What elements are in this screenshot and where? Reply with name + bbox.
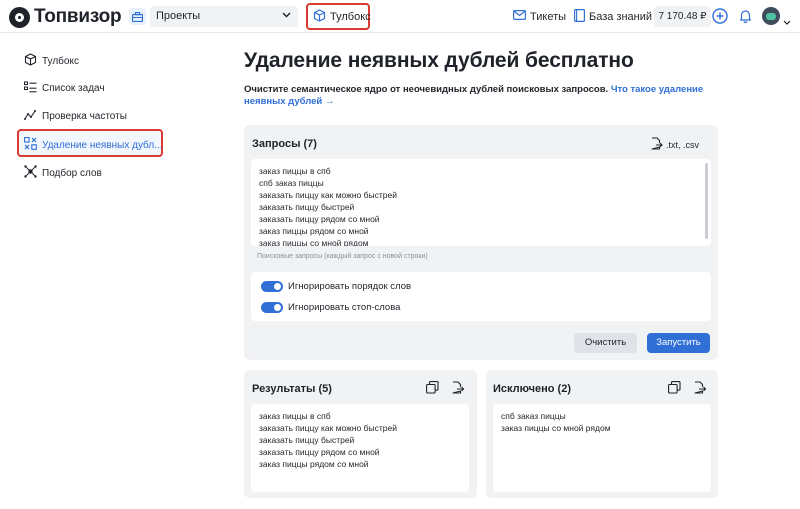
sidebar xyxy=(0,34,178,509)
queries-textarea[interactable]: заказ пиццы в спб спб заказ пиццы заказа… xyxy=(251,159,711,246)
cube-icon xyxy=(24,53,37,69)
result-line: заказать пиццу как можно быстрей xyxy=(259,423,397,433)
run-button[interactable]: Запустить xyxy=(647,333,710,353)
ignore-order-label: Игнорировать порядок слов xyxy=(288,281,412,292)
sidebar-item-task-list[interactable]: Список задач xyxy=(24,81,105,96)
results-list[interactable]: заказ пиццы в спб заказать пиццу как мож… xyxy=(251,404,469,492)
file-formats: .txt, .csv xyxy=(666,139,700,150)
export-icon[interactable] xyxy=(452,381,465,399)
results-title: Результаты (5) xyxy=(252,383,332,395)
knowledge-base-link[interactable]: База знаний xyxy=(574,9,652,25)
ignore-stopwords-label: Игнорировать стоп-слова xyxy=(288,302,401,313)
sidebar-item-label: Список задач xyxy=(42,83,105,94)
frequency-graph-icon xyxy=(24,109,37,124)
avatar[interactable] xyxy=(762,7,780,25)
logo[interactable]: Топвизор xyxy=(9,6,122,28)
knowledge-base-label: База знаний xyxy=(589,11,653,23)
task-list-icon xyxy=(24,81,37,96)
mail-icon xyxy=(513,10,527,23)
subtitle-text: Очистите семантическое ядро от неочевидн… xyxy=(244,84,609,95)
balance[interactable]: 7 170.48 ₽ xyxy=(654,6,711,27)
excluded-line: заказ пиццы со мной рядом xyxy=(501,423,611,433)
sidebar-item-word-picker[interactable]: Подбор слов xyxy=(24,165,102,181)
chevron-down-icon xyxy=(281,9,292,23)
queries-hint: Поисковые запросы (каждый запрос с новой… xyxy=(257,253,428,260)
tickets-link[interactable]: Тикеты xyxy=(513,10,566,23)
result-line: заказ пиццы рядом со мной xyxy=(259,459,369,469)
dedupe-icon xyxy=(23,136,37,153)
top-bar: Топвизор Проекты Тулбокс Тикеты База зна… xyxy=(0,0,800,33)
page-title: Удаление неявных дублей бесплатно xyxy=(244,49,634,72)
toolbox-nav-button[interactable]: Тулбокс xyxy=(306,3,371,30)
query-line: заказать пиццу как можно быстрей xyxy=(259,190,397,200)
logo-text: Топвизор xyxy=(34,6,122,27)
bell-icon[interactable] xyxy=(739,9,752,28)
book-icon xyxy=(574,9,586,25)
clear-button[interactable]: Очистить xyxy=(574,333,637,353)
sidebar-item-label: Подбор слов xyxy=(42,167,102,179)
upload-file-link[interactable]: .txt, .csv xyxy=(651,137,699,152)
project-select-value: Проекты xyxy=(156,10,201,22)
ignore-order-toggle[interactable] xyxy=(261,281,283,292)
options-panel xyxy=(251,272,711,321)
sidebar-item-remove-duplicates[interactable]: Удаление неявных дубл... xyxy=(23,136,163,153)
topvisor-logo-icon xyxy=(9,6,30,28)
ignore-stopwords-toggle[interactable] xyxy=(261,302,283,313)
query-line: заказать пиццу рядом со мной xyxy=(259,214,380,224)
query-line: заказ пиццы рядом со мной xyxy=(259,226,369,236)
query-line: спб заказ пиццы xyxy=(259,178,324,188)
sidebar-item-toolbox[interactable]: Тулбокс xyxy=(24,53,79,69)
sidebar-item-label: Проверка частоты xyxy=(42,111,127,122)
cube-icon xyxy=(313,8,326,25)
excluded-title: Исключено (2) xyxy=(493,383,571,395)
textarea-scrollbar[interactable] xyxy=(705,163,708,239)
sidebar-item-frequency-check[interactable]: Проверка частоты xyxy=(24,109,127,124)
result-line: заказать пиццу быстрей xyxy=(259,435,355,445)
result-line: заказ пиццы в спб xyxy=(259,411,331,421)
sidebar-item-label: Тулбокс xyxy=(42,55,79,67)
word-picker-icon xyxy=(24,165,37,181)
excluded-line: спб заказ пиццы xyxy=(501,411,566,421)
result-line: заказать пиццу рядом со мной xyxy=(259,447,380,457)
project-select[interactable]: Проекты xyxy=(150,6,298,27)
queries-title: Запросы (7) xyxy=(252,138,317,150)
sidebar-item-label: Удаление неявных дубл... xyxy=(42,139,163,151)
export-icon[interactable] xyxy=(694,381,707,399)
copy-icon[interactable] xyxy=(668,381,681,399)
briefcase-icon[interactable] xyxy=(129,8,146,25)
toolbox-nav-label: Тулбокс xyxy=(330,10,371,23)
query-line: заказ пиццы в спб xyxy=(259,166,331,176)
ignore-stopwords-option[interactable]: Игнорировать стоп-слова xyxy=(261,302,400,313)
chevron-down-icon[interactable] xyxy=(783,13,791,31)
page-subtitle: Очистите семантическое ядро от неочевидн… xyxy=(244,84,714,108)
query-line: заказать пиццу быстрей xyxy=(259,202,355,212)
query-line: заказ пиццы со мной рядом xyxy=(259,238,369,246)
tickets-label: Тикеты xyxy=(530,10,567,23)
file-import-icon xyxy=(651,137,663,152)
ignore-order-option[interactable]: Игнорировать порядок слов xyxy=(261,281,411,292)
add-funds-icon[interactable] xyxy=(712,8,728,29)
copy-icon[interactable] xyxy=(426,381,439,399)
excluded-list[interactable]: спб заказ пиццы заказ пиццы со мной рядо… xyxy=(493,404,711,492)
